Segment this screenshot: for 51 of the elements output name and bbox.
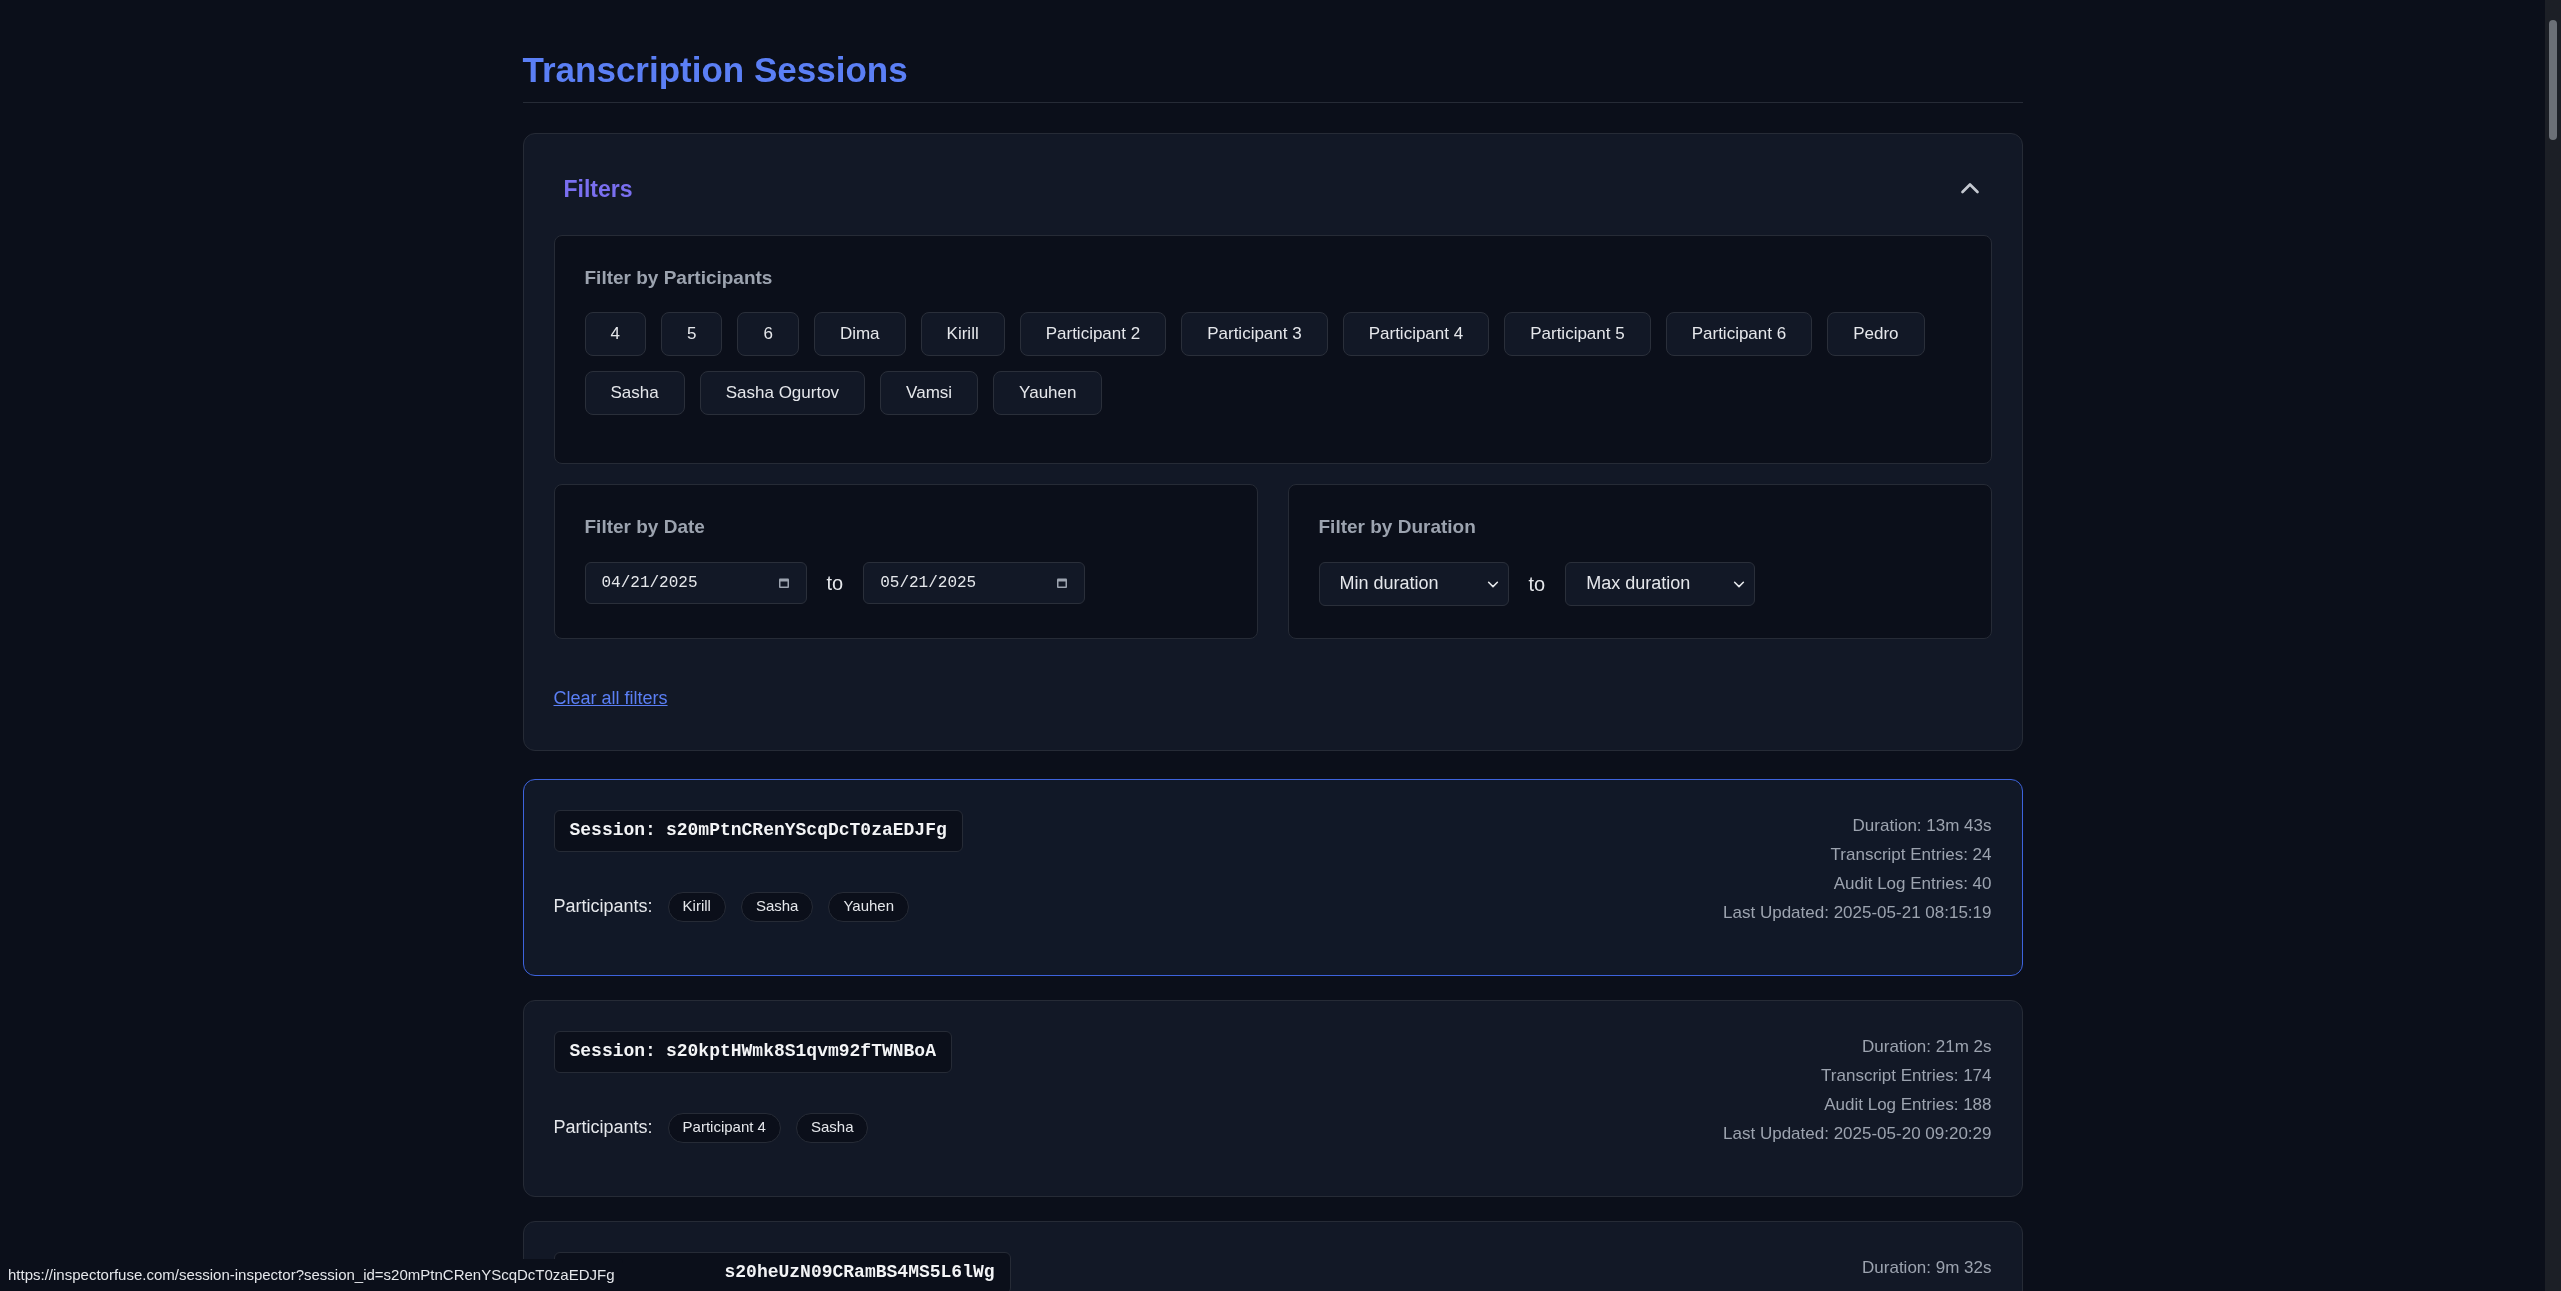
session-stat: Last Updated: 2025-05-20 09:20:29 [1723, 1122, 1992, 1145]
session-stat: Last Updated: 2025-05-21 08:15:19 [1723, 901, 1992, 924]
participant-chip[interactable]: Participant 5 [1504, 312, 1651, 356]
participant-chip[interactable]: 4 [584, 312, 646, 356]
session-stat: Transcript Entries: 174 [1821, 1064, 1992, 1087]
session-stat: Audit Log Entries: 188 [1824, 1093, 1992, 1116]
session-card[interactable]: Session: s20kptHWmk8S1qvm92fTWNBoA Participants: Participant 4 Sasha Duration: 21m 2s Transcript Entries: 174 Audit Log Entries: 188 Last Updated: 2025-05-20 09:20:29 [522, 999, 2023, 1197]
date-field[interactable]: 04/21/2025 [584, 561, 807, 604]
participant-tag: Sasha [740, 891, 814, 922]
participant-chip[interactable]: 6 [737, 312, 799, 356]
duration-dropdown[interactable]: Min duration [1318, 561, 1509, 606]
participant-tag: Kirill [667, 891, 726, 922]
participant-chip[interactable]: Sasha Ogurtov [699, 371, 866, 415]
calendar-icon[interactable] [777, 576, 790, 589]
participant-tag: Yauhen [828, 891, 910, 922]
participant-chip[interactable]: Vamsi [880, 371, 979, 415]
participant-chip[interactable]: Yauhen [993, 371, 1103, 415]
participant-chip[interactable]: Participant 4 [1342, 312, 1490, 356]
scrollbar-thumb[interactable] [2549, 20, 2557, 140]
session-card[interactable]: Session: s20mPtnCRenYScqDcT0zaEDJFg Participants: Kirill Sasha Yauhen Duration: 13m 43s Transcript Entries: 24 Audit Log Entries: 40 Last Updated: 2025-05-21 08:15:19 [522, 778, 2023, 976]
session-stat: Audit Log Entries: 40 [1833, 872, 1992, 895]
session-id: Session: s20kptHWmk8S1qvm92fTWNBoA [553, 1030, 952, 1073]
clear-filters-link[interactable]: Clear all filters [553, 684, 668, 712]
participant-chip[interactable]: Participant 6 [1665, 312, 1813, 356]
scrollbar[interactable] [2545, 0, 2561, 1291]
session-id: Session: s20mPtnCRenYScqDcT0zaEDJFg [553, 809, 963, 852]
participant-chip[interactable]: Kirill [920, 312, 1005, 356]
participants-label: Participants: [553, 1116, 653, 1139]
participant-chip[interactable]: Participant 3 [1181, 312, 1328, 356]
participants-label: Participants: [553, 895, 653, 918]
participant-tag: Sasha [795, 1112, 869, 1143]
range-separator: to [1528, 571, 1546, 597]
session-stat: Transcript Entries: 24 [1830, 843, 1992, 866]
filters-title: Filters [563, 175, 633, 204]
session-stat: Duration: 21m 2s [1862, 1035, 1992, 1058]
calendar-icon[interactable] [1056, 576, 1069, 589]
participant-tag: Participant 4 [667, 1112, 781, 1143]
participant-chip[interactable]: Dima [813, 312, 906, 356]
participant-chip[interactable]: 5 [660, 312, 723, 356]
section-label: Filter by Duration [1318, 515, 1477, 539]
session-stat: Duration: 13m 43s [1852, 814, 1992, 837]
range-separator: to [826, 570, 844, 596]
date-field[interactable]: 05/21/2025 [863, 561, 1086, 604]
participant-chip[interactable]: Sasha [584, 371, 685, 415]
participant-chip[interactable]: Pedro [1827, 312, 1925, 356]
duration-dropdown[interactable]: Max duration [1565, 561, 1756, 606]
session-stat: Duration: 9m 32s [1862, 1256, 1992, 1279]
page-title: Transcription Sessions [522, 48, 2023, 103]
section-label: Filter by Date [584, 515, 706, 539]
section-label: Filter by Participants [584, 265, 774, 290]
participant-chip[interactable]: Participant 2 [1019, 312, 1167, 356]
